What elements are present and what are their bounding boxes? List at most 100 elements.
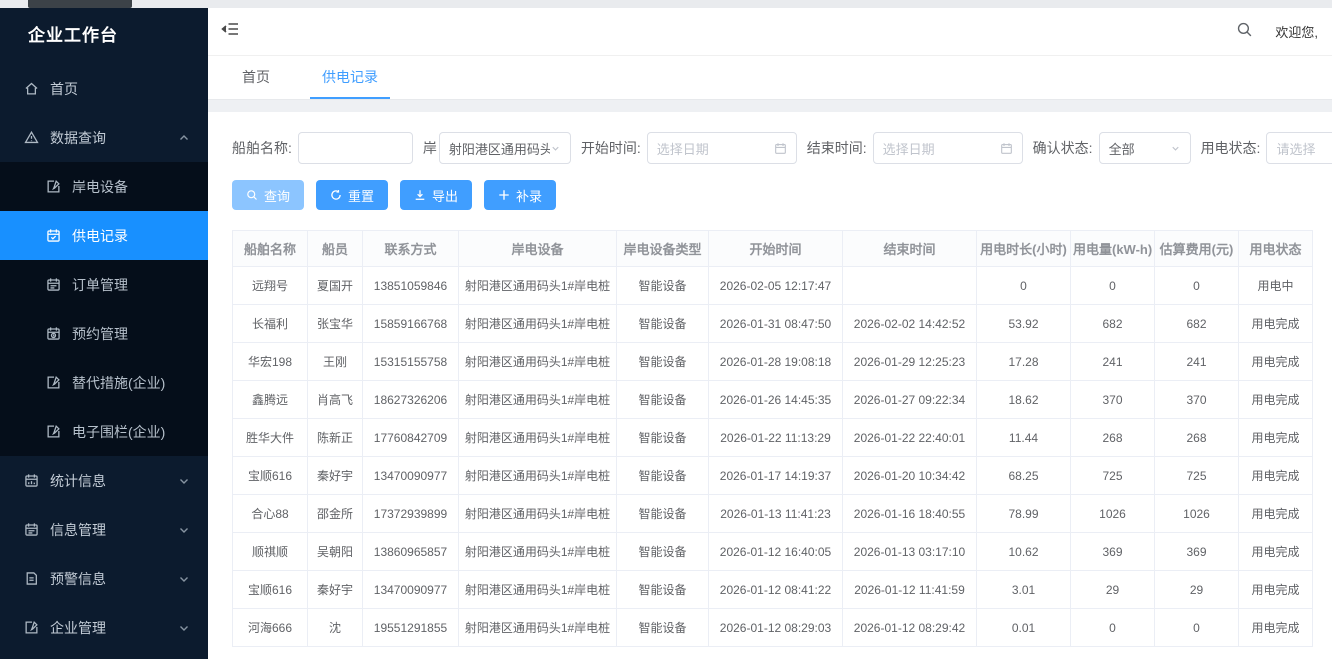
sidebar-item-enterprise-management[interactable]: 企业管理: [0, 603, 208, 652]
sidebar-item-alert-information[interactable]: 预警信息: [0, 554, 208, 603]
table-cell: 陈新正: [308, 419, 363, 457]
table-cell: 11.44: [977, 419, 1071, 457]
sidebar-collapse-icon[interactable]: [220, 19, 240, 44]
table-row[interactable]: 远翔号夏国开13851059846射阳港区通用码头1#岸电桩智能设备2026-0…: [233, 267, 1313, 305]
sidebar-item-label: 电子围栏(企业): [72, 422, 165, 442]
table-cell: 射阳港区通用码头1#岸电桩: [459, 305, 617, 343]
table-cell: 2026-01-12 08:29:42: [843, 609, 977, 647]
sidebar-nav: 首页 数据查询 岸电设备: [0, 64, 208, 652]
ship-name-label: 船舶名称:: [232, 138, 292, 158]
table-row[interactable]: 宝顺616秦好宇13470090977射阳港区通用码头1#岸电桩智能设备2026…: [233, 571, 1313, 609]
filter-ship-name: 船舶名称:: [232, 132, 413, 164]
table-cell: 用电完成: [1239, 381, 1313, 419]
table-cell: 射阳港区通用码头1#岸电桩: [459, 381, 617, 419]
table-cell: 2026-01-22 22:40:01: [843, 419, 977, 457]
sidebar-item-electronic-fence[interactable]: 电子围栏(企业): [0, 407, 208, 456]
statistics-icon: [24, 473, 39, 488]
table-cell: 15315155758: [363, 343, 459, 381]
table-cell: 吴朝阳: [308, 533, 363, 571]
table-cell: 13860965857: [363, 533, 459, 571]
table-row[interactable]: 顺祺顺吴朝阳13860965857射阳港区通用码头1#岸电桩智能设备2026-0…: [233, 533, 1313, 571]
warning-triangle-icon: [24, 130, 39, 145]
table-row[interactable]: 河海666沈19551291855射阳港区通用码头1#岸电桩智能设备2026-0…: [233, 609, 1313, 647]
table-cell: 2026-01-28 19:08:18: [709, 343, 843, 381]
plus-icon: [498, 189, 510, 201]
table-row[interactable]: 鑫腾远肖高飞18627326206射阳港区通用码头1#岸电桩智能设备2026-0…: [233, 381, 1313, 419]
tab-bar: 首页 供电记录: [208, 56, 1332, 100]
table-cell: 用电完成: [1239, 533, 1313, 571]
table-cell: 用电完成: [1239, 495, 1313, 533]
sidebar-item-label: 替代措施(企业): [72, 373, 165, 393]
main-area: 欢迎您, 首页 供电记录 船舶名称: 岸电设备: 射阳港区通用码头1#岸电桩: [208, 8, 1332, 659]
power-status-label: 用电状态:: [1201, 138, 1261, 158]
table-cell: 17760842709: [363, 419, 459, 457]
table-cell: 2026-02-05 12:17:47: [709, 267, 843, 305]
column-header: 开始时间: [709, 231, 843, 267]
sidebar-item-data-query[interactable]: 数据查询: [0, 113, 208, 162]
sidebar-item-label: 企业管理: [50, 618, 106, 638]
filter-bar: 船舶名称: 岸电设备: 射阳港区通用码头1#岸电桩 开始时间: 选择日: [232, 132, 1332, 164]
table-cell: 369: [1155, 533, 1239, 571]
sidebar-item-order-management[interactable]: 订单管理: [0, 260, 208, 309]
power-status-select[interactable]: 请选择: [1266, 132, 1332, 164]
table-row[interactable]: 胜华大件陈新正17760842709射阳港区通用码头1#岸电桩智能设备2026-…: [233, 419, 1313, 457]
table-row[interactable]: 长福利张宝华15859166768射阳港区通用码头1#岸电桩智能设备2026-0…: [233, 305, 1313, 343]
table-cell: 射阳港区通用码头1#岸电桩: [459, 343, 617, 381]
sidebar-item-home[interactable]: 首页: [0, 64, 208, 113]
order-list-icon: [46, 277, 61, 292]
window-top-strip: [0, 0, 1332, 8]
reset-button[interactable]: 重置: [316, 180, 388, 210]
table-cell: 2026-01-20 10:34:42: [843, 457, 977, 495]
sidebar-item-label: 统计信息: [50, 471, 106, 491]
sidebar-item-label: 数据查询: [50, 128, 106, 148]
table-cell: 顺祺顺: [233, 533, 308, 571]
table-row[interactable]: 华宏198王刚15315155758射阳港区通用码头1#岸电桩智能设备2026-…: [233, 343, 1313, 381]
table-cell: 射阳港区通用码头1#岸电桩: [459, 267, 617, 305]
table-cell: 0: [1071, 267, 1155, 305]
filter-confirm-status: 确认状态: 全部: [1033, 132, 1191, 164]
tab-power-supply-records[interactable]: 供电记录: [310, 56, 390, 99]
supplement-record-button[interactable]: 补录: [484, 180, 556, 210]
table-cell: 用电完成: [1239, 419, 1313, 457]
table-cell: 0: [977, 267, 1071, 305]
device-select[interactable]: 射阳港区通用码头1#岸电桩: [439, 132, 571, 164]
content-panel: 船舶名称: 岸电设备: 射阳港区通用码头1#岸电桩 开始时间: 选择日: [208, 112, 1332, 659]
table-cell: 宝顺616: [233, 457, 308, 495]
sidebar-item-shore-power-devices[interactable]: 岸电设备: [0, 162, 208, 211]
table-row[interactable]: 合心88邵金所17372939899射阳港区通用码头1#岸电桩智能设备2026-…: [233, 495, 1313, 533]
table-cell: 2026-01-26 14:45:35: [709, 381, 843, 419]
filter-start-time: 开始时间: 选择日期: [581, 132, 797, 164]
table-row[interactable]: 宝顺616秦好宇13470090977射阳港区通用码头1#岸电桩智能设备2026…: [233, 457, 1313, 495]
sidebar-item-label: 订单管理: [72, 275, 128, 295]
table-cell: 0.01: [977, 609, 1071, 647]
filter-device: 岸电设备: 射阳港区通用码头1#岸电桩: [423, 132, 571, 164]
column-header: 用电状态: [1239, 231, 1313, 267]
tab-home[interactable]: 首页: [230, 56, 282, 99]
column-header: 结束时间: [843, 231, 977, 267]
sidebar-item-alternative-measures[interactable]: 替代措施(企业): [0, 358, 208, 407]
sidebar-item-statistics[interactable]: 统计信息: [0, 456, 208, 505]
table-cell: 智能设备: [617, 267, 709, 305]
end-date-picker[interactable]: 选择日期: [873, 132, 1023, 164]
records-table-wrap: 船舶名称船员联系方式岸电设备岸电设备类型开始时间结束时间用电时长(小时)用电量(…: [232, 230, 1316, 647]
search-button[interactable]: 查询: [232, 180, 304, 210]
calendar-icon: [774, 142, 787, 155]
device-doc-icon: [46, 179, 61, 194]
table-cell: 13470090977: [363, 457, 459, 495]
table-cell: 68.25: [977, 457, 1071, 495]
table-cell: 19551291855: [363, 609, 459, 647]
calendar-icon: [1000, 142, 1013, 155]
ship-name-input[interactable]: [298, 132, 413, 164]
start-date-picker[interactable]: 选择日期: [647, 132, 797, 164]
confirm-status-select[interactable]: 全部: [1099, 132, 1191, 164]
sidebar-item-power-supply-records[interactable]: 供电记录: [0, 211, 208, 260]
sidebar-item-information-management[interactable]: 信息管理: [0, 505, 208, 554]
download-icon: [414, 189, 426, 201]
search-icon[interactable]: [1236, 21, 1253, 43]
sidebar-item-reservation-management[interactable]: 预约管理: [0, 309, 208, 358]
sidebar: 企业工作台 首页 数据查询: [0, 8, 208, 659]
table-cell: 胜华大件: [233, 419, 308, 457]
export-button[interactable]: 导出: [400, 180, 472, 210]
table-cell: 张宝华: [308, 305, 363, 343]
sidebar-item-label: 首页: [50, 79, 78, 99]
